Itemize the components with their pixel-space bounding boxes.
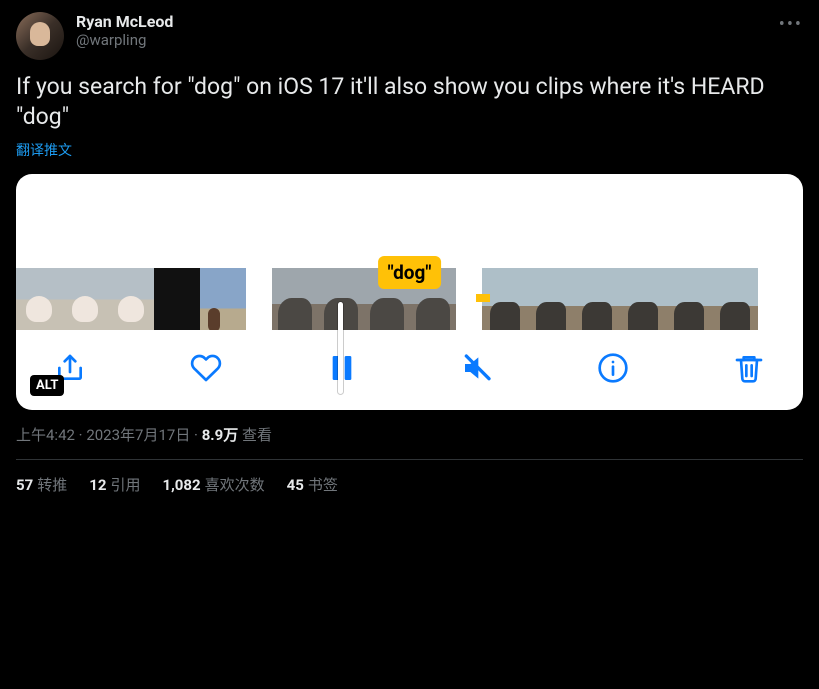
tweet: Ryan McLeod @warpling ••• If you search … xyxy=(0,0,819,521)
search-term-label: "dog" xyxy=(378,256,442,289)
trash-icon[interactable] xyxy=(733,352,765,384)
video-thumbnail xyxy=(666,268,712,330)
likes-stat[interactable]: 1,082喜欢次数 xyxy=(162,474,264,495)
video-thumbnail xyxy=(154,268,200,330)
info-icon[interactable] xyxy=(597,352,629,384)
video-thumbnail xyxy=(528,268,574,330)
alt-badge[interactable]: ALT xyxy=(30,375,64,396)
tweet-date[interactable]: 2023年7月17日 xyxy=(86,426,190,444)
handle: @warpling xyxy=(76,31,173,49)
media-controls xyxy=(16,330,803,410)
retweets-stat[interactable]: 57转推 xyxy=(16,474,67,495)
video-thumbnail xyxy=(200,268,246,330)
views-label: 查看 xyxy=(242,426,272,444)
avatar[interactable] xyxy=(16,12,64,60)
tweet-meta: 上午4:42 · 2023年7月17日 · 8.9万 查看 xyxy=(16,424,803,460)
mute-icon[interactable] xyxy=(461,352,493,384)
bookmarks-stat[interactable]: 45书签 xyxy=(287,474,338,495)
video-thumbnail xyxy=(108,268,154,330)
video-thumbnail xyxy=(574,268,620,330)
video-thumbnail xyxy=(272,268,318,330)
playhead[interactable] xyxy=(338,302,343,394)
clip-group[interactable] xyxy=(16,268,246,330)
media-card[interactable]: "dog" xyxy=(16,174,803,410)
tweet-text: If you search for "dog" on iOS 17 it'll … xyxy=(16,72,803,132)
video-thumbnail xyxy=(712,268,758,330)
video-thumbnail xyxy=(62,268,108,330)
video-thumbnail xyxy=(16,268,62,330)
views-count: 8.9万 xyxy=(202,426,239,444)
tweet-header: Ryan McLeod @warpling ••• xyxy=(16,12,803,60)
heart-icon[interactable] xyxy=(190,352,222,384)
more-icon[interactable]: ••• xyxy=(779,14,803,35)
display-name: Ryan McLeod xyxy=(76,12,173,31)
video-thumbnail xyxy=(620,268,666,330)
timeline-marker xyxy=(476,294,490,302)
quotes-stat[interactable]: 12引用 xyxy=(89,474,140,495)
translate-link[interactable]: 翻译推文 xyxy=(16,140,72,160)
clip-group[interactable] xyxy=(482,268,758,330)
author-names[interactable]: Ryan McLeod @warpling xyxy=(76,12,173,49)
tweet-stats: 57转推 12引用 1,082喜欢次数 45书签 xyxy=(16,460,803,509)
tweet-time[interactable]: 上午4:42 xyxy=(16,426,75,444)
